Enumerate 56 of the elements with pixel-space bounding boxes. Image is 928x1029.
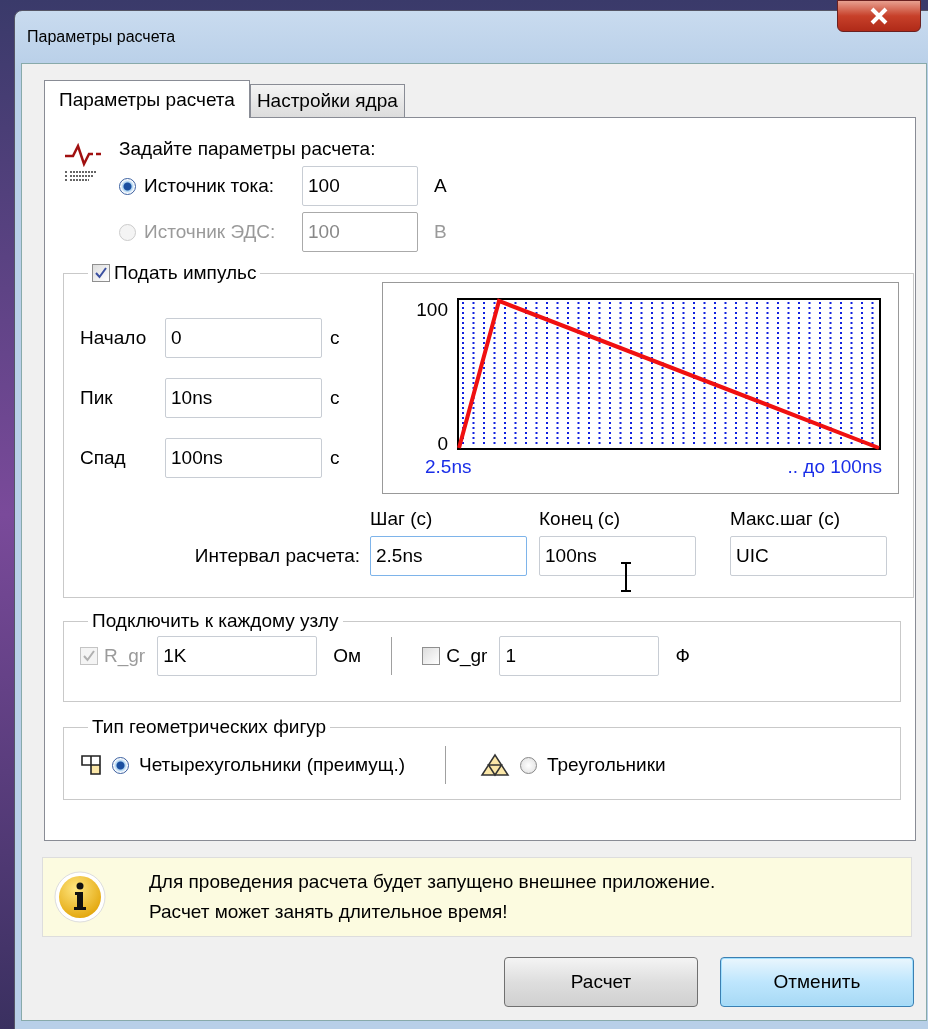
info-icon	[53, 870, 107, 924]
checkbox-label: Подать импульс	[114, 262, 257, 284]
radio-button[interactable]	[520, 756, 537, 774]
group-title: Подключить к каждому узлу	[92, 610, 339, 632]
radio-label: Источник тока:	[144, 175, 276, 197]
tab[interactable]: Настройки ядра	[249, 84, 405, 117]
checkbox[interactable]	[92, 264, 110, 282]
value-field[interactable]: UIC	[730, 536, 887, 576]
value-field[interactable]: 0	[165, 318, 322, 358]
window-title: Параметры расчета	[27, 28, 176, 46]
axis-label: 0	[437, 433, 448, 455]
unit-label: А	[434, 175, 447, 197]
field-label: Шаг (с)	[370, 508, 434, 530]
dialog-button[interactable]: Расчет	[504, 957, 698, 1007]
unit-label: Ф	[675, 645, 691, 667]
field-label: Интервал расчета:	[193, 545, 361, 567]
value-field[interactable]: 10ns	[165, 378, 322, 418]
axis-label: 2.5ns	[425, 456, 472, 478]
close-button[interactable]	[837, 0, 921, 32]
group-title: Тип геометрических фигур	[92, 716, 327, 738]
unit-label: с	[330, 447, 340, 469]
field-label: Макс.шаг (с)	[730, 508, 842, 530]
radio-button[interactable]	[112, 756, 129, 774]
checkbox-label: C_gr	[446, 645, 488, 667]
info-text: Для проведения расчета будет запущено внешнее приложение.	[149, 871, 716, 893]
unit-label: с	[330, 327, 340, 349]
field-label: Спад	[80, 447, 127, 469]
field-label: Конец (с)	[539, 508, 621, 530]
unit-label: Ом	[333, 645, 363, 667]
info-text: Расчет может занять длительное время!	[149, 901, 509, 923]
axis-label: .. до 100ns	[787, 456, 882, 478]
radio-button[interactable]	[119, 177, 136, 195]
unit-label: с	[330, 387, 340, 409]
dialog-button[interactable]: Отменить	[720, 957, 914, 1007]
close-icon	[868, 7, 890, 25]
field-label: Пик	[80, 387, 114, 409]
value-field[interactable]: 100ns	[539, 536, 696, 576]
check-icon	[94, 266, 108, 280]
value-field[interactable]: 1	[499, 636, 660, 676]
checkbox[interactable]	[422, 647, 441, 665]
value-field[interactable]: 100ns	[165, 438, 322, 478]
checkbox-label: R_gr	[104, 645, 146, 667]
value-field[interactable]: 100	[302, 166, 418, 206]
radio-label: Треугольники	[547, 754, 666, 776]
text-cursor-icon	[620, 562, 632, 592]
value-field[interactable]: 2.5ns	[370, 536, 527, 576]
radio-label: Источник ЭДС:	[144, 221, 277, 243]
tab[interactable]: Параметры расчета	[44, 80, 250, 118]
radio-label: Четырехугольники (преимущ.)	[139, 754, 405, 776]
triangle-mesh-icon	[480, 753, 510, 777]
axis-label: 100	[416, 299, 448, 321]
check-icon	[82, 649, 96, 663]
field-label: Начало	[80, 327, 148, 349]
unit-label: В	[434, 221, 447, 243]
section-heading: Задайте параметры расчета:	[119, 138, 377, 160]
quad-mesh-icon	[80, 754, 102, 776]
